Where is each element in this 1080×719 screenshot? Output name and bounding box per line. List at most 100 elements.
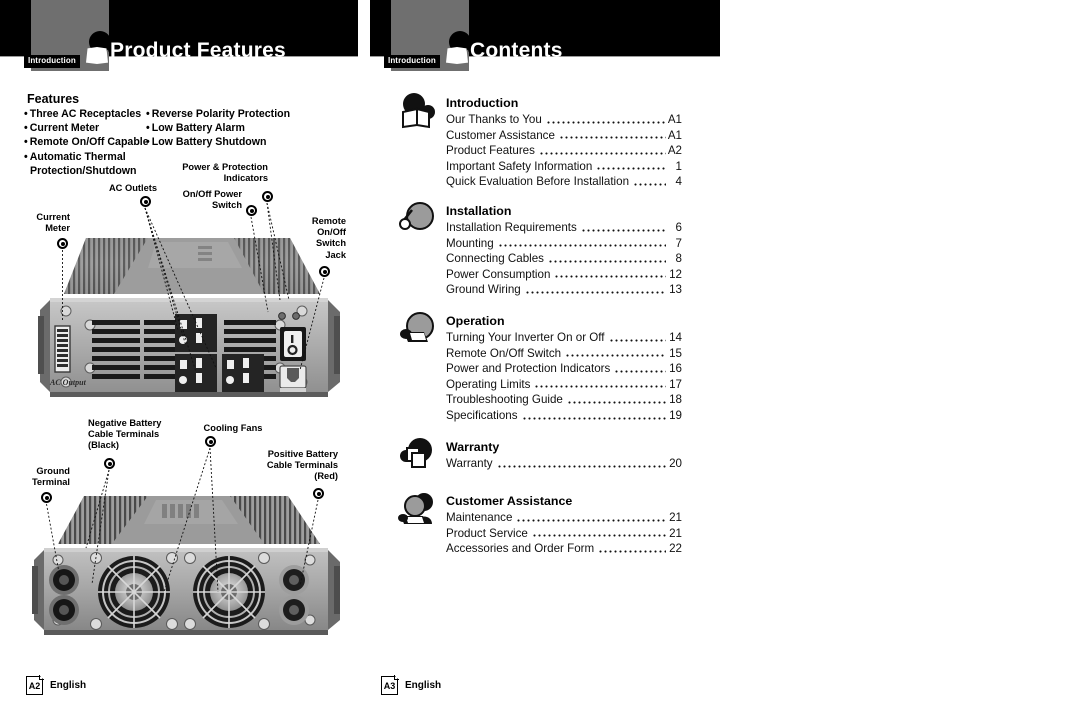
toc-entry-page: 12 — [669, 267, 682, 281]
toc-entry-title: Customer Assistance — [446, 128, 555, 142]
dot-leader — [614, 364, 666, 374]
page-badge: A3 — [381, 675, 399, 695]
toc-entry[interactable]: Connecting Cables 8 — [446, 251, 682, 267]
toc-entry[interactable]: Turning Your Inverter On or Off 14 — [446, 330, 682, 346]
toc-entry-title: Connecting Cables — [446, 252, 544, 266]
toc-section-installation: Installation Installation Requirements 6… — [446, 204, 682, 298]
toc-entry-page: 13 — [669, 283, 682, 297]
dot-leader — [524, 285, 666, 295]
toc-entry-page: 20 — [669, 457, 682, 470]
toc-entry-title: Operating Limits — [446, 377, 531, 391]
right-page-footer: A3 English — [381, 675, 442, 695]
dot-leader — [521, 411, 666, 421]
dot-leader — [596, 162, 666, 172]
toc-entry-title: Important Safety Information — [446, 159, 593, 173]
toc-section-introduction: Introduction Our Thanks to You A1 Custom… — [446, 96, 682, 190]
toc-entry[interactable]: Power Consumption 12 — [446, 267, 682, 283]
toc-entry[interactable]: Product Features A2 — [446, 143, 682, 159]
toc-entry[interactable]: Troubleshooting Guide 18 — [446, 392, 682, 408]
toc-section-operation: Operation Turning Your Inverter On or Of… — [446, 314, 682, 424]
manual-spread: Introduction Product Features Introducti… — [0, 0, 1080, 719]
toc-entry[interactable]: Power and Protection Indicators 16 — [446, 361, 682, 377]
toc-entry[interactable]: Accessories and Order Form 22 — [446, 541, 682, 557]
dot-leader — [558, 131, 666, 141]
toc-entry-page: A1 — [667, 113, 682, 126]
toc-section-warranty: Warranty Warranty 20 — [446, 440, 682, 472]
toc-entry[interactable]: Remote On/Off Switch 15 — [446, 346, 682, 362]
toc-entry-title: Power and Protection Indicators — [446, 362, 611, 376]
toc-entry-page: 7 — [675, 236, 682, 250]
dot-leader — [497, 239, 666, 249]
toc-entry[interactable]: Important Safety Information 1 — [446, 159, 682, 175]
toc-entry[interactable]: Quick Evaluation Before Installation 4 — [446, 174, 682, 190]
toc-section-heading: Warranty — [446, 440, 500, 454]
toc-entry-title: Product Features — [446, 144, 535, 158]
toc-entry-page: 16 — [669, 362, 682, 376]
section-icon-installation — [398, 200, 438, 240]
toc-entry-title: Warranty — [446, 457, 493, 470]
toc-entry-page: A1 — [667, 128, 682, 142]
toc-entry[interactable]: Ground Wiring 13 — [446, 282, 682, 298]
page-badge: A2 — [26, 675, 44, 695]
toc-section-heading: Installation — [446, 204, 512, 218]
section-icon-warranty — [398, 436, 438, 476]
dot-leader — [496, 459, 666, 469]
dot-leader — [538, 146, 666, 156]
section-icon-introduction — [398, 92, 438, 132]
toc-entry-page: 6 — [675, 221, 682, 234]
dot-leader — [580, 223, 666, 233]
toc-entry-title: Turning Your Inverter On or Off — [446, 331, 605, 344]
toc-entry-title: Installation Requirements — [446, 221, 577, 234]
toc-entry-title: Troubleshooting Guide — [446, 393, 563, 407]
toc-entry-page: 21 — [669, 511, 682, 524]
toc-entry-title: Mounting — [446, 236, 494, 250]
toc-section-heading: Operation — [446, 314, 505, 328]
toc-entry[interactable]: Mounting 7 — [446, 236, 682, 252]
toc-entry[interactable]: Maintenance 21 — [446, 510, 682, 526]
left-page-footer: A2 English — [26, 675, 87, 695]
toc-entry-page: 17 — [669, 377, 682, 391]
toc-entry-title: Remote On/Off Switch — [446, 346, 562, 360]
toc-entry[interactable]: Product Service 21 — [446, 526, 682, 542]
dot-leader — [633, 177, 666, 187]
toc-entry-page: 1 — [675, 159, 682, 173]
toc-entry[interactable]: Specifications 19 — [446, 408, 682, 424]
toc-entry-title: Ground Wiring — [446, 283, 521, 297]
dot-leader — [566, 395, 666, 405]
toc-entry-page: 21 — [669, 526, 682, 540]
toc-entry-page: 14 — [669, 331, 682, 344]
toc-entry-title: Product Service — [446, 526, 528, 540]
dot-leader — [531, 529, 666, 539]
toc-entry-title: Quick Evaluation Before Installation — [446, 175, 630, 189]
section-icon-customer-assistance — [398, 490, 438, 530]
toc-section-heading: Customer Assistance — [446, 494, 573, 508]
toc-entry-page: 22 — [669, 542, 682, 556]
toc-entry-title: Maintenance — [446, 511, 513, 524]
toc-entry-page: 19 — [669, 408, 682, 422]
dot-leader — [554, 270, 666, 280]
footer-language: English — [50, 680, 87, 691]
dot-leader — [545, 115, 666, 125]
toc-entry-page: 18 — [669, 393, 682, 407]
dot-leader — [608, 333, 666, 343]
toc-entry-page: 15 — [669, 346, 682, 360]
toc-entry-page: 4 — [675, 175, 682, 189]
dot-leader — [516, 513, 666, 523]
toc-entry-title: Power Consumption — [446, 267, 551, 281]
toc-section-heading: Introduction — [446, 96, 519, 110]
toc-entry-title: Our Thanks to You — [446, 113, 542, 126]
toc-entry[interactable]: Our Thanks to You A1 — [446, 112, 682, 128]
toc-entry-title: Accessories and Order Form — [446, 542, 595, 556]
toc-entry-page: 8 — [675, 252, 682, 266]
toc-entry-title: Specifications — [446, 408, 518, 422]
dot-leader — [565, 349, 666, 359]
dot-leader — [547, 254, 666, 264]
toc-entry[interactable]: Installation Requirements 6 — [446, 220, 682, 236]
toc-entry[interactable]: Warranty 20 — [446, 456, 682, 472]
toc-entry[interactable]: Operating Limits 17 — [446, 377, 682, 393]
section-icon-operation — [398, 310, 438, 350]
toc-entry[interactable]: Customer Assistance A1 — [446, 128, 682, 144]
toc-entry-page: A2 — [667, 144, 682, 158]
toc-section-customer-assistance: Customer Assistance Maintenance 21 Produ… — [446, 494, 682, 557]
footer-language: English — [405, 680, 442, 691]
